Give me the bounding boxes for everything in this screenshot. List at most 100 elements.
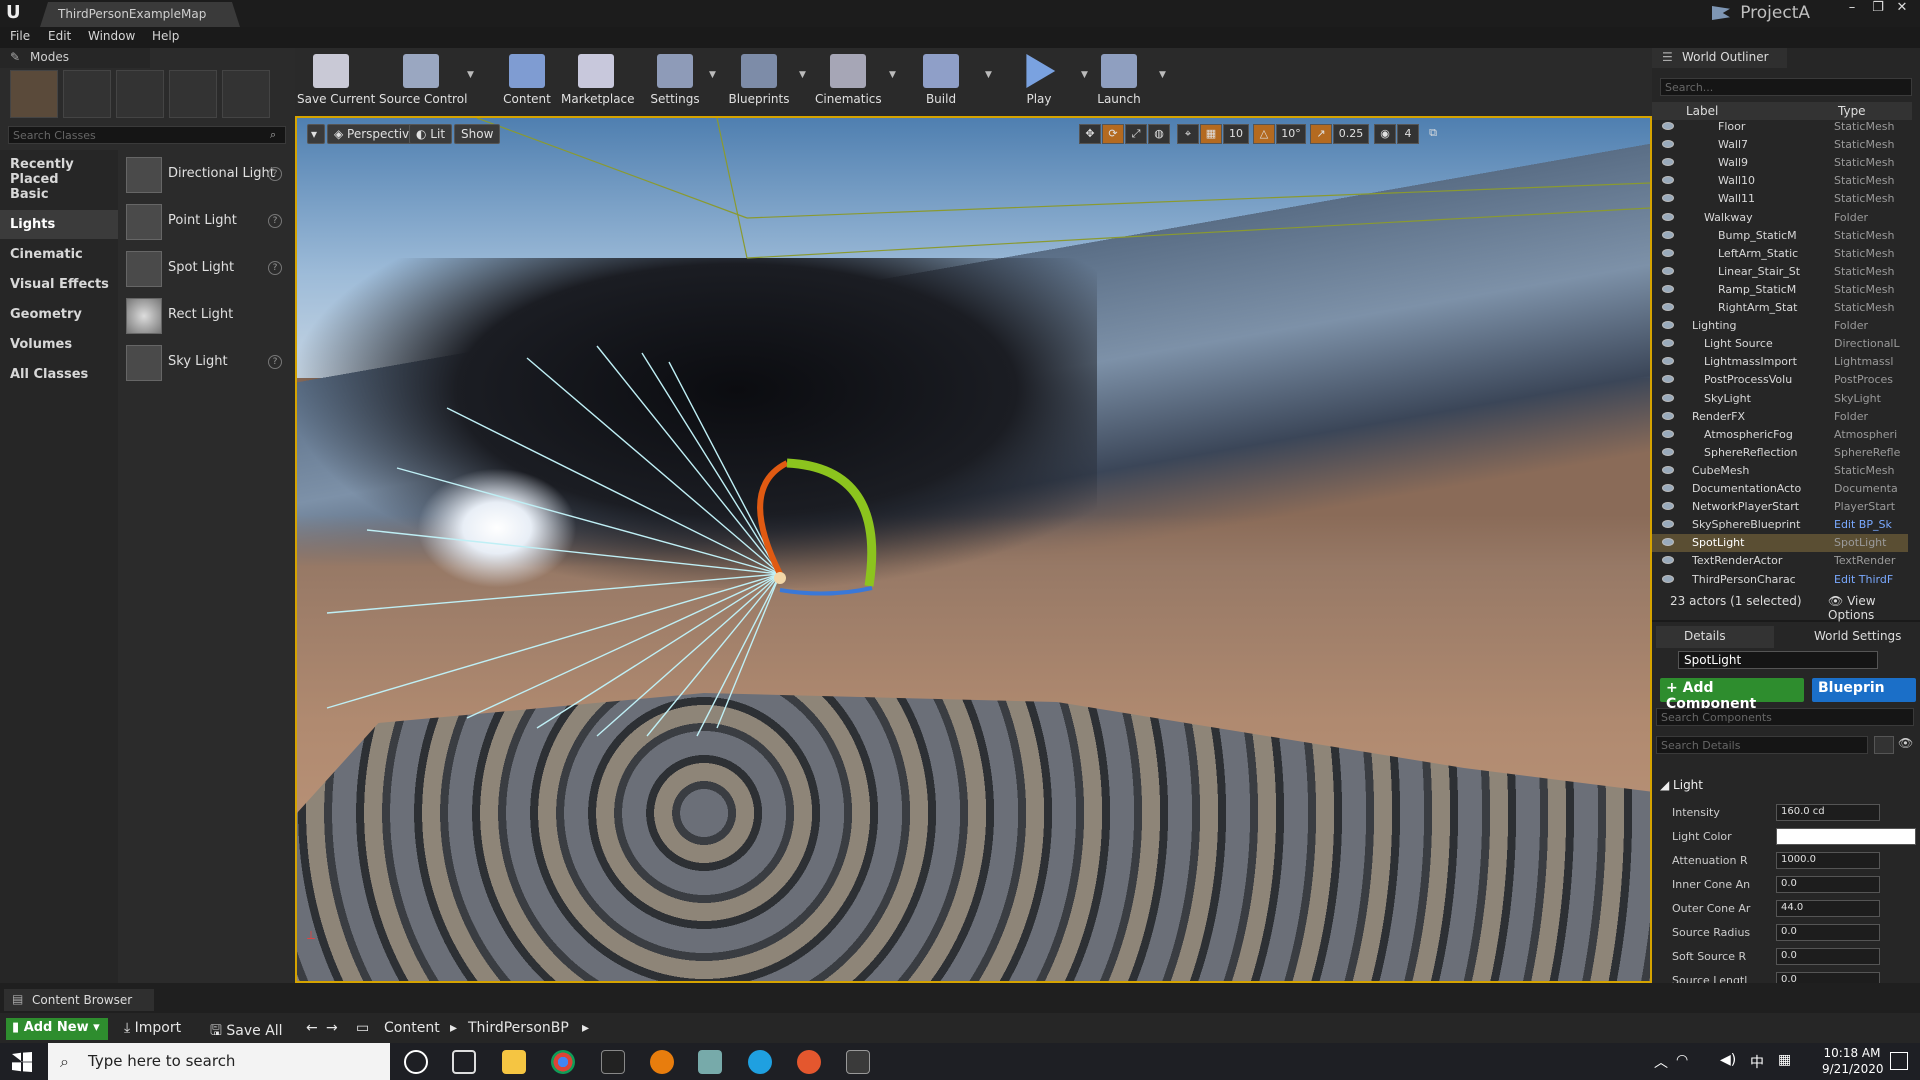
category-volumes[interactable]: Volumes xyxy=(0,330,118,359)
outliner-row-type[interactable]: Edit BP_Sk xyxy=(1834,518,1908,531)
visibility-eye-icon[interactable] xyxy=(1662,230,1674,239)
outliner-row[interactable]: SpotLight SpotLight xyxy=(1652,534,1908,553)
calendar-icon[interactable]: ▦ xyxy=(1778,1052,1791,1068)
play-button[interactable]: Play xyxy=(1015,48,1063,116)
minimize-button[interactable]: – xyxy=(1840,0,1864,18)
back-arrow-icon[interactable]: ← xyxy=(306,1020,318,1036)
build-button[interactable]: Build xyxy=(917,48,965,116)
map-tab[interactable]: ThirdPersonExampleMap xyxy=(40,2,240,27)
blender-icon[interactable] xyxy=(650,1050,674,1074)
outliner-row[interactable]: LightmassImport Lightmassl xyxy=(1652,353,1908,371)
visibility-eye-icon[interactable] xyxy=(1662,140,1674,149)
place-item-sky-light[interactable]: Sky Light ? xyxy=(124,341,286,385)
visibility-eye-icon[interactable] xyxy=(1662,212,1674,221)
rotate-tool-icon[interactable]: ⟳ xyxy=(1102,124,1124,144)
taskbar-search-input[interactable]: Type here to search xyxy=(48,1043,390,1080)
property-value-field[interactable]: 1000.0 xyxy=(1776,852,1880,869)
blueprint-button[interactable]: Blueprin xyxy=(1812,678,1916,702)
app-icon[interactable] xyxy=(797,1050,821,1074)
volume-icon[interactable]: ◀) xyxy=(1720,1052,1736,1068)
scale-tool-icon[interactable]: ⤢ xyxy=(1125,124,1147,144)
viewport-options-button[interactable]: ▾ xyxy=(307,124,325,144)
visibility-eye-icon[interactable] xyxy=(1662,465,1674,474)
file-explorer-icon[interactable] xyxy=(502,1050,526,1074)
launch-button[interactable]: Launch xyxy=(1095,48,1143,116)
dropdown-arrow-icon[interactable]: ▼ xyxy=(985,70,992,80)
blueprints-button[interactable]: Blueprints xyxy=(727,48,791,116)
help-icon[interactable]: ? xyxy=(268,167,282,181)
visibility-eye-icon[interactable] xyxy=(1662,284,1674,293)
outliner-search-input[interactable]: Search... xyxy=(1660,78,1912,96)
level-viewport[interactable]: ▾ ◈ Perspective ◐ Lit Show ✥ ⟳ ⤢ ◍ ⌖ ▦ 1… xyxy=(295,116,1652,983)
add-new-button[interactable]: ▮ Add New ▾ xyxy=(6,1018,108,1040)
import-button[interactable]: ⤓ Import xyxy=(124,1020,181,1036)
world-local-icon[interactable]: ◍ xyxy=(1148,124,1170,144)
geometry-mode-icon[interactable] xyxy=(222,70,270,118)
outliner-row[interactable]: DocumentationActo Documenta xyxy=(1652,480,1908,498)
outliner-row[interactable]: Light Source DirectionalL xyxy=(1652,335,1908,353)
content-button[interactable]: Content xyxy=(499,48,555,116)
edge-icon[interactable] xyxy=(748,1050,772,1074)
visibility-eye-icon[interactable] xyxy=(1662,574,1674,583)
outliner-row[interactable]: TextRenderActor TextRender xyxy=(1652,552,1908,570)
save-current-button[interactable]: Save Current xyxy=(297,48,375,116)
visibility-eye-icon[interactable] xyxy=(1662,502,1674,511)
rotation-snap-icon[interactable]: △ xyxy=(1253,124,1275,144)
column-label[interactable]: Label xyxy=(1686,104,1718,118)
task-view-icon[interactable] xyxy=(452,1050,476,1074)
visibility-eye-icon[interactable] xyxy=(1662,303,1674,311)
add-component-button[interactable]: + Add Component xyxy=(1660,678,1804,712)
actor-name-field[interactable]: SpotLight xyxy=(1678,651,1878,669)
dropdown-arrow-icon[interactable]: ▼ xyxy=(1159,70,1166,80)
app-icon[interactable] xyxy=(698,1050,722,1074)
outliner-row[interactable]: Floor StaticMesh xyxy=(1652,118,1908,136)
visibility-eye-icon[interactable] xyxy=(1662,357,1674,366)
surface-snap-icon[interactable]: ⌖ xyxy=(1177,124,1199,144)
system-clock[interactable]: 10:18 AM 9/21/2020 xyxy=(1822,1045,1884,1077)
save-all-button[interactable]: 🖫 Save All xyxy=(210,1020,283,1044)
breadcrumb-content[interactable]: Content xyxy=(384,1020,440,1036)
place-item-rect-light[interactable]: Rect Light xyxy=(124,294,286,338)
ime-indicator[interactable]: 中 xyxy=(1750,1052,1764,1072)
outliner-row[interactable]: SkyLight SkyLight xyxy=(1652,390,1908,408)
outliner-row[interactable]: Bump_StaticM StaticMesh xyxy=(1652,227,1908,245)
category-all-classes[interactable]: All Classes xyxy=(0,360,118,389)
dropdown-arrow-icon[interactable]: ▼ xyxy=(799,70,806,80)
help-icon[interactable]: ? xyxy=(268,214,282,228)
visibility-eye-icon[interactable] xyxy=(1662,556,1674,565)
breadcrumb-thirdpersonbp[interactable]: ThirdPersonBP xyxy=(468,1020,569,1036)
outliner-row[interactable]: Linear_Stair_St StaticMesh xyxy=(1652,263,1908,281)
place-item-directional-light[interactable]: Directional Light ? xyxy=(124,153,286,197)
view-options-button[interactable]: 👁 View Options xyxy=(1828,594,1920,622)
outliner-row[interactable]: Wall11 StaticMesh xyxy=(1652,190,1908,208)
source-control-button[interactable]: Source Control xyxy=(379,48,467,116)
visibility-eye-icon[interactable] xyxy=(1662,538,1674,547)
outliner-row[interactable]: SkySphereBlueprint Edit BP_Sk xyxy=(1652,516,1908,534)
scale-snap-icon[interactable]: ↗ xyxy=(1310,124,1332,144)
category-lights[interactable]: Lights xyxy=(0,210,118,239)
outliner-row[interactable]: Wall9 StaticMesh xyxy=(1652,154,1908,172)
help-icon[interactable]: ? xyxy=(268,261,282,275)
property-value-field[interactable]: 0.0 xyxy=(1776,948,1880,965)
search-details-input[interactable]: Search Details xyxy=(1656,736,1868,754)
outliner-row[interactable]: PostProcessVolu PostProces xyxy=(1652,371,1908,389)
visibility-eye-icon[interactable] xyxy=(1662,411,1674,420)
place-mode-icon[interactable] xyxy=(10,70,58,118)
grid-snap-value[interactable]: 10 xyxy=(1223,124,1249,144)
visibility-eye-icon[interactable] xyxy=(1662,158,1674,167)
spotlight-gizmo[interactable] xyxy=(297,118,1650,981)
chrome-icon[interactable] xyxy=(551,1050,575,1074)
epic-games-icon[interactable] xyxy=(601,1050,625,1074)
dropdown-arrow-icon[interactable]: ▼ xyxy=(889,70,896,80)
property-value-field[interactable] xyxy=(1776,828,1916,845)
visibility-eye-icon[interactable] xyxy=(1662,375,1674,384)
category-cinematic[interactable]: Cinematic xyxy=(0,240,118,269)
outliner-row[interactable]: NetworkPlayerStart PlayerStart xyxy=(1652,498,1908,516)
menu-edit[interactable]: Edit xyxy=(48,29,71,43)
translate-tool-icon[interactable]: ✥ xyxy=(1079,124,1101,144)
place-item-point-light[interactable]: Point Light ? xyxy=(124,200,286,244)
outliner-row[interactable]: Wall7 StaticMesh xyxy=(1652,136,1908,154)
outliner-row[interactable]: LeftArm_Static StaticMesh xyxy=(1652,245,1908,263)
outliner-row-type[interactable]: Edit ThirdF xyxy=(1834,573,1908,586)
property-value-field[interactable]: 0.0 xyxy=(1776,924,1880,941)
